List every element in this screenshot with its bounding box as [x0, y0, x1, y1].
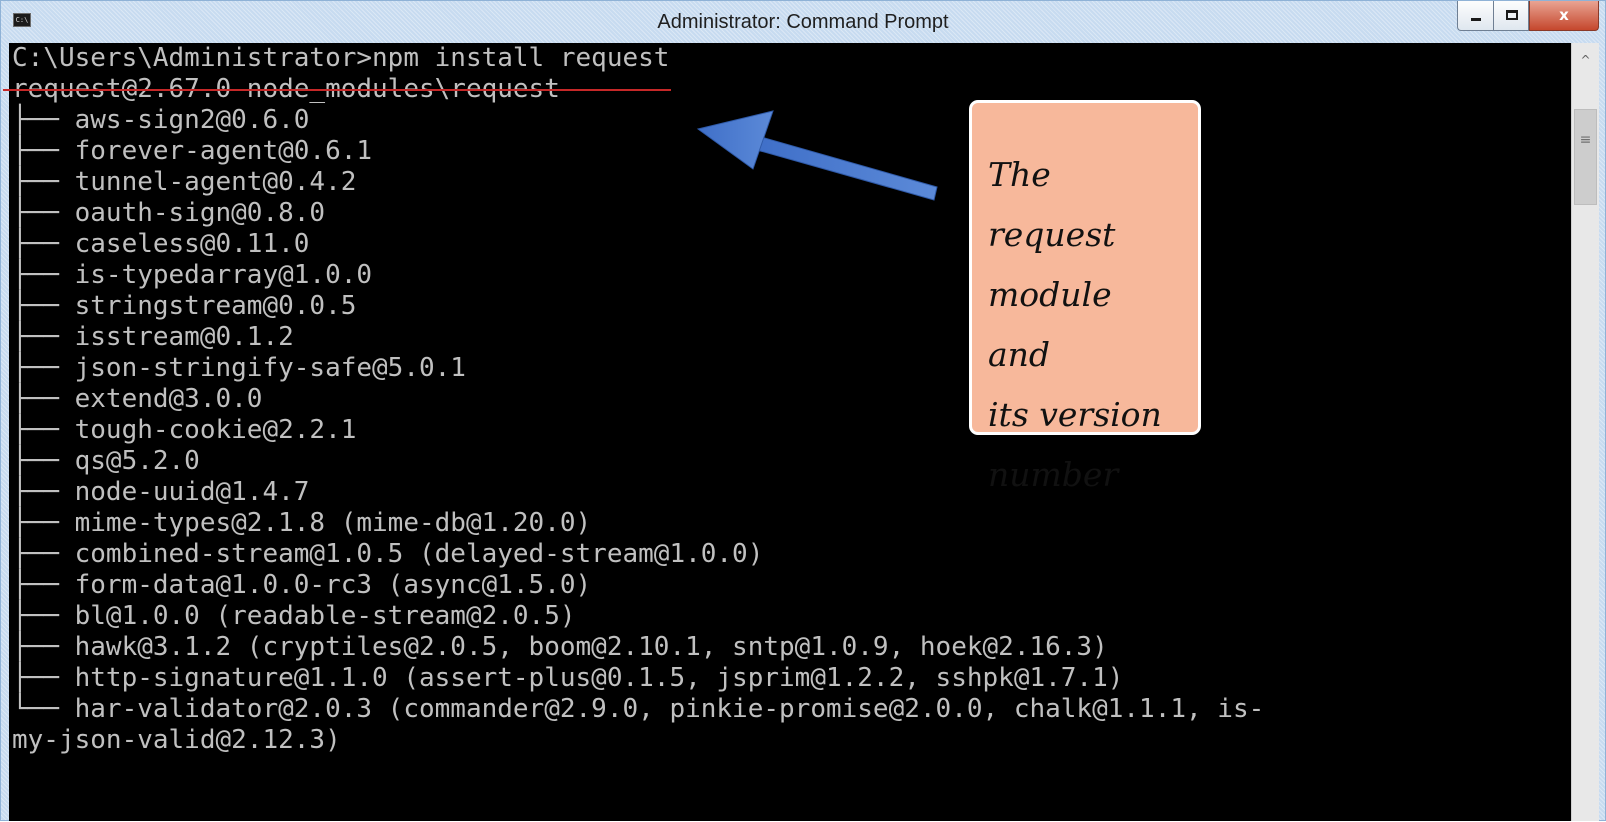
- console-line: my-json-valid@2.12.3): [12, 725, 341, 755]
- console-line: ├── node-uuid@1.4.7: [12, 477, 310, 507]
- console-line: ├── stringstream@0.0.5: [12, 291, 357, 321]
- minimize-button[interactable]: [1457, 1, 1493, 31]
- minimize-icon: [1471, 18, 1481, 21]
- scroll-thumb[interactable]: ≡: [1574, 109, 1597, 205]
- console-line: ├── hawk@3.1.2 (cryptiles@2.0.5, boom@2.…: [12, 632, 1108, 662]
- console-line: C:\Users\Administrator>npm install reque…: [12, 43, 670, 73]
- annotation-text: The request module and its version number: [988, 145, 1184, 505]
- console-line: ├── is-typedarray@1.0.0: [12, 260, 373, 290]
- console-line: ├── caseless@0.11.0: [12, 229, 310, 259]
- console-line: ├── aws-sign2@0.6.0: [12, 105, 310, 135]
- console-line: ├── forever-agent@0.6.1: [12, 136, 373, 166]
- annotation-callout: The request module and its version number: [969, 100, 1201, 494]
- console-line: ├── json-stringify-safe@5.0.1: [12, 353, 466, 383]
- console-line: └── har-validator@2.0.3 (commander@2.9.0…: [12, 694, 1265, 724]
- annotation-line: module and: [988, 275, 1112, 374]
- window-title: Administrator: Command Prompt: [657, 11, 949, 33]
- console-line: ├── bl@1.0.0 (readable-stream@2.0.5): [12, 601, 576, 631]
- title-bar[interactable]: C:\ Administrator: Command Prompt x: [1, 1, 1605, 43]
- command-prompt-window: C:\ Administrator: Command Prompt x C:\U…: [0, 0, 1606, 821]
- console-output[interactable]: C:\Users\Administrator>npm install reque…: [9, 43, 1571, 821]
- scroll-up-arrow-icon[interactable]: ^: [1572, 43, 1599, 77]
- module-version-underline: [3, 89, 671, 91]
- console-line: ├── qs@5.2.0: [12, 446, 200, 476]
- close-button[interactable]: x: [1529, 1, 1599, 31]
- console-line: ├── oauth-sign@0.8.0: [12, 198, 326, 228]
- console-line: ├── combined-stream@1.0.5 (delayed-strea…: [12, 539, 764, 569]
- annotation-line: its version: [988, 395, 1162, 434]
- console-line: ├── tough-cookie@2.2.1: [12, 415, 357, 445]
- console-line: ├── mime-types@2.1.8 (mime-db@1.20.0): [12, 508, 592, 538]
- maximize-button[interactable]: [1493, 1, 1529, 31]
- console-line: ├── extend@3.0.0: [12, 384, 263, 414]
- console-line: ├── tunnel-agent@0.4.2: [12, 167, 357, 197]
- annotation-line: The request: [988, 155, 1116, 254]
- console-line: ├── http-signature@1.1.0 (assert-plus@0.…: [12, 663, 1124, 693]
- console-text: C:\Users\Administrator>npm install reque…: [9, 43, 1571, 756]
- annotation-line: number: [988, 455, 1119, 494]
- console-line: ├── isstream@0.1.2: [12, 322, 294, 352]
- console-line: ├── form-data@1.0.0-rc3 (async@1.5.0): [12, 570, 592, 600]
- vertical-scrollbar[interactable]: ^ ≡: [1571, 43, 1599, 821]
- maximize-icon: [1506, 10, 1518, 20]
- close-icon: x: [1559, 6, 1569, 24]
